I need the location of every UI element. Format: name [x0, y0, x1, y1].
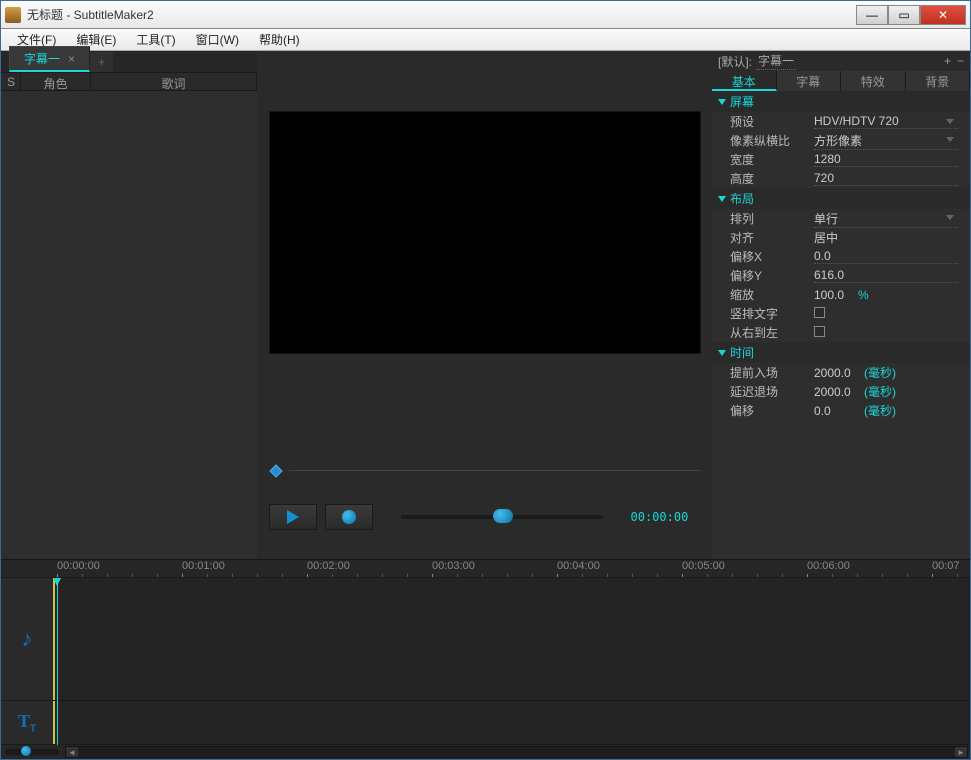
width-field[interactable]: 1280 — [814, 152, 958, 167]
ruler-tick: 00:03:00 — [432, 560, 475, 572]
scale-label: 缩放 — [730, 286, 814, 303]
collapse-icon — [718, 196, 726, 202]
timeline-panel: 00:00:00 00:01:00 00:02:00 00:03:00 00:04:00… — [1, 559, 970, 759]
scroll-right-button[interactable]: ► — [955, 747, 967, 757]
par-label: 像素纵横比 — [730, 132, 814, 149]
menubar: 文件(F) 编辑(E) 工具(T) 窗口(W) 帮助(H) — [1, 29, 970, 51]
keyframe-track[interactable] — [269, 464, 701, 478]
arrange-label: 排列 — [730, 210, 814, 227]
rtl-checkbox[interactable] — [814, 326, 825, 337]
keyframe-diamond-icon[interactable] — [269, 464, 283, 478]
preset-label: 预设 — [730, 113, 814, 130]
arrange-combo[interactable]: 单行 — [814, 210, 958, 228]
section-time[interactable]: 时间 — [712, 342, 970, 363]
app-icon — [5, 7, 21, 23]
timecode-display: 00:00:00 — [631, 510, 701, 524]
timeoffset-field[interactable]: 0.0(毫秒) — [814, 402, 970, 419]
collapse-icon — [718, 99, 726, 105]
offsety-label: 偏移Y — [730, 267, 814, 284]
leadin-label: 提前入场 — [730, 364, 814, 381]
align-value[interactable]: 居中 — [814, 229, 970, 246]
subtitle-tab-label: 字幕一 — [24, 52, 60, 66]
titlebar[interactable]: 无标题 - SubtitleMaker2 ― ▭ ✕ — [1, 1, 970, 29]
stop-button[interactable] — [325, 504, 373, 530]
player-controls: 00:00:00 — [269, 504, 701, 530]
remove-profile-button[interactable]: − — [957, 54, 964, 68]
text-track-head[interactable]: TT — [1, 701, 55, 744]
width-label: 宽度 — [730, 151, 814, 168]
ruler-tick: 00:06:00 — [807, 560, 850, 572]
col-lyric[interactable]: 歌词 — [91, 73, 257, 90]
video-preview[interactable] — [269, 111, 701, 354]
ruler-tick: 00:00:00 — [57, 560, 100, 572]
timeline-ruler[interactable]: 00:00:00 00:01:00 00:02:00 00:03:00 00:04:00… — [1, 560, 970, 578]
leadin-field[interactable]: 2000.0(毫秒) — [814, 364, 970, 381]
close-button[interactable]: ✕ — [920, 5, 966, 25]
section-layout[interactable]: 布局 — [712, 188, 970, 209]
scale-field[interactable]: 100.0% — [814, 288, 970, 302]
ruler-tick: 00:04:00 — [557, 560, 600, 572]
offsety-field[interactable]: 616.0 — [814, 268, 958, 283]
audio-track-head[interactable]: ♪ — [1, 578, 55, 700]
collapse-icon — [718, 350, 726, 356]
timeoffset-label: 偏移 — [730, 402, 814, 419]
properties-panel: [默认]: 字幕一 + − 基本 字幕 特效 背景 屏幕 预设HDV/HDTV … — [712, 51, 970, 559]
add-tab-button[interactable]: + — [90, 52, 113, 72]
timeline-tracks: ♪ TT — [1, 578, 970, 745]
zoom-slider[interactable] — [5, 749, 59, 755]
playhead[interactable] — [57, 578, 58, 745]
section-screen[interactable]: 屏幕 — [712, 91, 970, 112]
subtitle-list-panel: 字幕一 × + S 角色 歌词 — [1, 51, 257, 559]
default-name[interactable]: 字幕一 — [756, 52, 796, 70]
tab-basic[interactable]: 基本 — [712, 71, 777, 91]
offsetx-label: 偏移X — [730, 248, 814, 265]
leadout-field[interactable]: 2000.0(毫秒) — [814, 383, 970, 400]
window-title: 无标题 - SubtitleMaker2 — [27, 6, 856, 23]
leadout-label: 延迟退场 — [730, 383, 814, 400]
play-icon — [287, 510, 299, 524]
play-button[interactable] — [269, 504, 317, 530]
maximize-button[interactable]: ▭ — [888, 5, 920, 25]
default-selector[interactable]: [默认]: 字幕一 + − — [712, 51, 970, 71]
text-track[interactable]: TT — [1, 701, 970, 745]
vertical-label: 竖排文字 — [730, 305, 814, 322]
music-note-icon: ♪ — [22, 626, 33, 652]
list-header: S 角色 歌词 — [1, 73, 257, 91]
minimize-button[interactable]: ― — [856, 5, 888, 25]
timeline-scrollbar[interactable]: ◄ ► — [65, 746, 968, 758]
ruler-tick: 00:07 — [932, 560, 960, 572]
scroll-left-button[interactable]: ◄ — [66, 747, 78, 757]
seek-slider[interactable] — [401, 515, 603, 519]
tab-close-icon[interactable]: × — [68, 52, 75, 66]
col-role[interactable]: 角色 — [21, 73, 91, 90]
app-window: 无标题 - SubtitleMaker2 ― ▭ ✕ 文件(F) 编辑(E) 工… — [0, 0, 971, 760]
preset-combo[interactable]: HDV/HDTV 720 — [814, 114, 958, 129]
subtitle-tab[interactable]: 字幕一 × — [9, 46, 90, 72]
offsetx-field[interactable]: 0.0 — [814, 249, 958, 264]
record-icon — [342, 510, 356, 524]
rtl-label: 从右到左 — [730, 324, 814, 341]
tab-effect[interactable]: 特效 — [841, 71, 906, 91]
par-combo[interactable]: 方形像素 — [814, 132, 958, 150]
menu-window[interactable]: 窗口(W) — [186, 29, 249, 50]
audio-track[interactable]: ♪ — [1, 578, 970, 701]
ruler-tick: 00:05:00 — [682, 560, 725, 572]
preview-panel: 00:00:00 — [257, 51, 712, 559]
ruler-tick: 00:02:00 — [307, 560, 350, 572]
tab-background[interactable]: 背景 — [906, 71, 971, 91]
col-s[interactable]: S — [1, 73, 21, 90]
menu-help[interactable]: 帮助(H) — [249, 29, 310, 50]
tab-subtitle[interactable]: 字幕 — [777, 71, 842, 91]
menu-tools[interactable]: 工具(T) — [126, 29, 185, 50]
add-profile-button[interactable]: + — [944, 54, 951, 68]
height-label: 高度 — [730, 170, 814, 187]
seek-thumb[interactable] — [493, 509, 513, 523]
align-label: 对齐 — [730, 229, 814, 246]
zoom-thumb[interactable] — [21, 746, 31, 756]
ruler-tick: 00:01:00 — [182, 560, 225, 572]
vertical-checkbox[interactable] — [814, 307, 825, 318]
height-field[interactable]: 720 — [814, 171, 958, 186]
default-label: [默认]: — [718, 53, 752, 70]
text-icon: TT — [18, 711, 36, 735]
